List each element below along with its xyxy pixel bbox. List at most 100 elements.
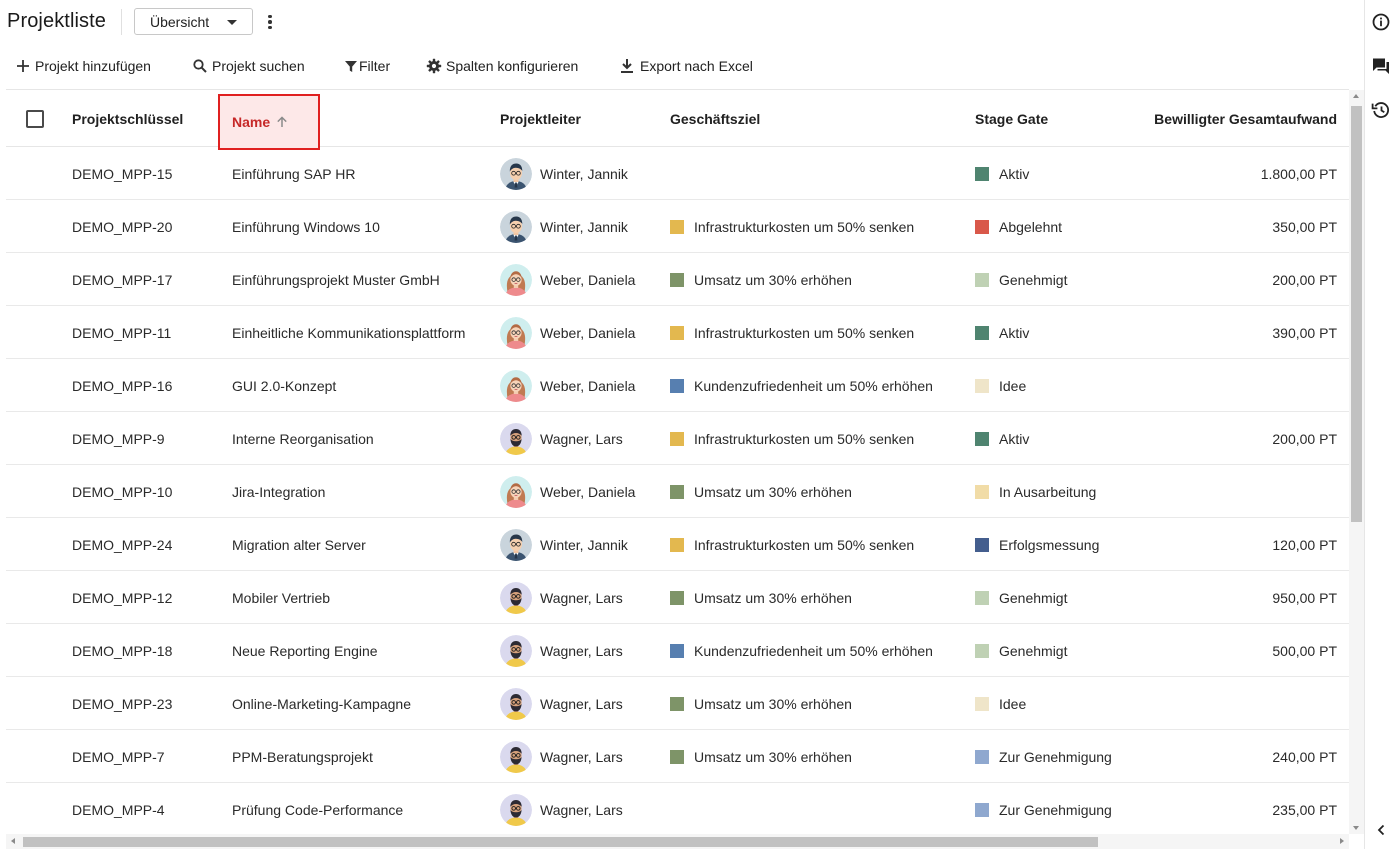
comments-icon[interactable]	[1371, 56, 1391, 76]
filter-label: Filter	[359, 58, 391, 74]
project-name[interactable]: Neue Reporting Engine	[232, 624, 378, 677]
configure-columns-label: Spalten konfigurieren	[446, 58, 579, 74]
table-row[interactable]: DEMO_MPP-9 Interne Reorganisation Wagner, …	[6, 412, 1349, 465]
stage-gate-label: Idee	[999, 377, 1027, 394]
stage-gate-label: Idee	[999, 695, 1027, 712]
project-name[interactable]: Einführung Windows 10	[232, 200, 380, 253]
project-lead-name: Wagner, Lars	[540, 589, 623, 606]
stage-color-swatch	[975, 643, 989, 658]
column-header-name[interactable]: Name	[218, 94, 320, 150]
history-icon[interactable]	[1371, 100, 1391, 120]
project-name[interactable]: Migration alter Server	[232, 518, 366, 571]
export-excel-button[interactable]: Export nach Excel	[620, 52, 753, 80]
project-lead: Winter, Jannik	[500, 518, 628, 571]
project-key[interactable]: DEMO_MPP-18	[72, 624, 172, 677]
project-lead: Weber, Daniela	[500, 465, 635, 518]
table-row[interactable]: DEMO_MPP-17 Einführungsprojekt Muster Gmb…	[6, 253, 1349, 306]
project-key[interactable]: DEMO_MPP-12	[72, 571, 172, 624]
vertical-scrollbar[interactable]	[1349, 90, 1364, 834]
search-icon	[193, 59, 207, 73]
project-key[interactable]: DEMO_MPP-24	[72, 518, 172, 571]
stage-gate-label: Aktiv	[999, 430, 1030, 447]
project-key[interactable]: DEMO_MPP-23	[72, 677, 172, 730]
table-row[interactable]: DEMO_MPP-23 Online-Marketing-Kampagne Wagn…	[6, 677, 1349, 730]
vertical-scroll-thumb[interactable]	[1351, 106, 1362, 522]
project-lead-name: Wagner, Lars	[540, 801, 623, 818]
project-name[interactable]: Einführungsprojekt Muster GmbH	[232, 253, 440, 306]
scroll-right-icon[interactable]	[1340, 838, 1344, 844]
project-lead-name: Weber, Daniela	[540, 483, 636, 500]
table-row[interactable]: DEMO_MPP-16 GUI 2.0-Konzept Weber, Daniela…	[6, 359, 1349, 412]
stage-color-swatch	[975, 431, 989, 446]
project-name[interactable]: Jira-Integration	[232, 465, 325, 518]
table-row[interactable]: DEMO_MPP-12 Mobiler Vertrieb Wagner, Lars U…	[6, 571, 1349, 624]
avatar	[500, 157, 532, 190]
select-all-checkbox[interactable]	[26, 110, 44, 128]
avatar	[500, 528, 532, 561]
gear-icon	[426, 58, 442, 74]
horizontal-scroll-thumb[interactable]	[23, 837, 1098, 847]
project-name[interactable]: PPM-Beratungsprojekt	[232, 730, 373, 783]
stage-gate-label: Zur Genehmigung	[999, 801, 1112, 818]
table-row[interactable]: DEMO_MPP-7 PPM-Beratungsprojekt Wagner, La…	[6, 730, 1349, 783]
project-name[interactable]: GUI 2.0-Konzept	[232, 359, 336, 412]
approved-effort: 950,00 PT	[1272, 589, 1337, 606]
column-header-goal[interactable]: Geschäftsziel	[670, 90, 760, 147]
project-key[interactable]: DEMO_MPP-7	[72, 730, 165, 783]
scroll-left-icon[interactable]	[11, 838, 15, 844]
scroll-down-icon[interactable]	[1353, 826, 1359, 830]
project-key[interactable]: DEMO_MPP-9	[72, 412, 165, 465]
business-goal: Umsatz um 30% erhöhen	[670, 465, 852, 518]
project-lead: Weber, Daniela	[500, 253, 635, 306]
more-options-icon[interactable]	[262, 12, 278, 32]
project-key[interactable]: DEMO_MPP-4	[72, 783, 165, 834]
right-sidebar	[1364, 0, 1395, 849]
table-row[interactable]: DEMO_MPP-4 Prüfung Code-Performance Wagner…	[6, 783, 1349, 834]
project-key[interactable]: DEMO_MPP-20	[72, 200, 172, 253]
column-header-effort[interactable]: Bewilligter Gesamtaufwand	[1154, 90, 1337, 147]
table-row[interactable]: DEMO_MPP-20 Einführung Windows 10 Winter, …	[6, 200, 1349, 253]
view-select[interactable]: Übersicht	[134, 8, 253, 35]
project-name[interactable]: Einheitliche Kommunikationsplattform	[232, 306, 465, 359]
table-row[interactable]: DEMO_MPP-24 Migration alter Server Winter,…	[6, 518, 1349, 571]
table-row[interactable]: DEMO_MPP-15 Einführung SAP HR Winter, Jann…	[6, 147, 1349, 200]
filter-button[interactable]: Filter	[344, 52, 390, 80]
column-header-stage[interactable]: Stage Gate	[975, 90, 1048, 147]
table-row[interactable]: DEMO_MPP-11 Einheitliche Kommunikationspl…	[6, 306, 1349, 359]
project-name[interactable]: Mobiler Vertrieb	[232, 571, 330, 624]
project-key[interactable]: DEMO_MPP-10	[72, 465, 172, 518]
project-key[interactable]: DEMO_MPP-15	[72, 147, 172, 200]
approved-effort: 120,00 PT	[1272, 536, 1337, 553]
add-project-button[interactable]: Projekt hinzufügen	[15, 52, 151, 80]
collapse-chevron-icon[interactable]	[1371, 820, 1391, 840]
project-name[interactable]: Online-Marketing-Kampagne	[232, 677, 411, 730]
project-name[interactable]: Prüfung Code-Performance	[232, 783, 403, 834]
project-key[interactable]: DEMO_MPP-16	[72, 359, 172, 412]
project-table: Projektschlüssel Name Projektleiter Gesc…	[6, 89, 1349, 834]
table-row[interactable]: DEMO_MPP-10 Jira-Integration Weber, Daniel…	[6, 465, 1349, 518]
search-project-button[interactable]: Projekt suchen	[192, 52, 305, 80]
scroll-up-icon[interactable]	[1353, 94, 1359, 98]
approved-effort: 200,00 PT	[1272, 271, 1337, 288]
project-name[interactable]: Einführung SAP HR	[232, 147, 355, 200]
stage-color-swatch	[975, 696, 989, 711]
toolbar: Projekt hinzufügen Projekt suchen Filter…	[0, 52, 1364, 80]
configure-columns-button[interactable]: Spalten konfigurieren	[426, 52, 578, 80]
info-icon[interactable]	[1371, 12, 1391, 32]
column-header-key[interactable]: Projektschlüssel	[72, 90, 183, 147]
download-icon	[621, 59, 633, 73]
table-row[interactable]: DEMO_MPP-18 Neue Reporting Engine Wagner, …	[6, 624, 1349, 677]
page-title: Projektliste	[7, 10, 107, 32]
table-header: Projektschlüssel Name Projektleiter Gesc…	[6, 90, 1349, 150]
approved-effort: 240,00 PT	[1272, 748, 1337, 765]
stage-color-swatch	[975, 219, 989, 234]
project-name[interactable]: Interne Reorganisation	[232, 412, 374, 465]
horizontal-scrollbar[interactable]	[6, 834, 1349, 849]
stage-gate: Genehmigt	[975, 624, 1067, 677]
column-header-lead[interactable]: Projektleiter	[500, 90, 581, 147]
project-key[interactable]: DEMO_MPP-11	[72, 306, 171, 359]
stage-color-swatch	[975, 325, 989, 340]
project-key[interactable]: DEMO_MPP-17	[72, 253, 172, 306]
goal-color-swatch	[670, 696, 684, 711]
project-lead-name: Wagner, Lars	[540, 642, 623, 659]
